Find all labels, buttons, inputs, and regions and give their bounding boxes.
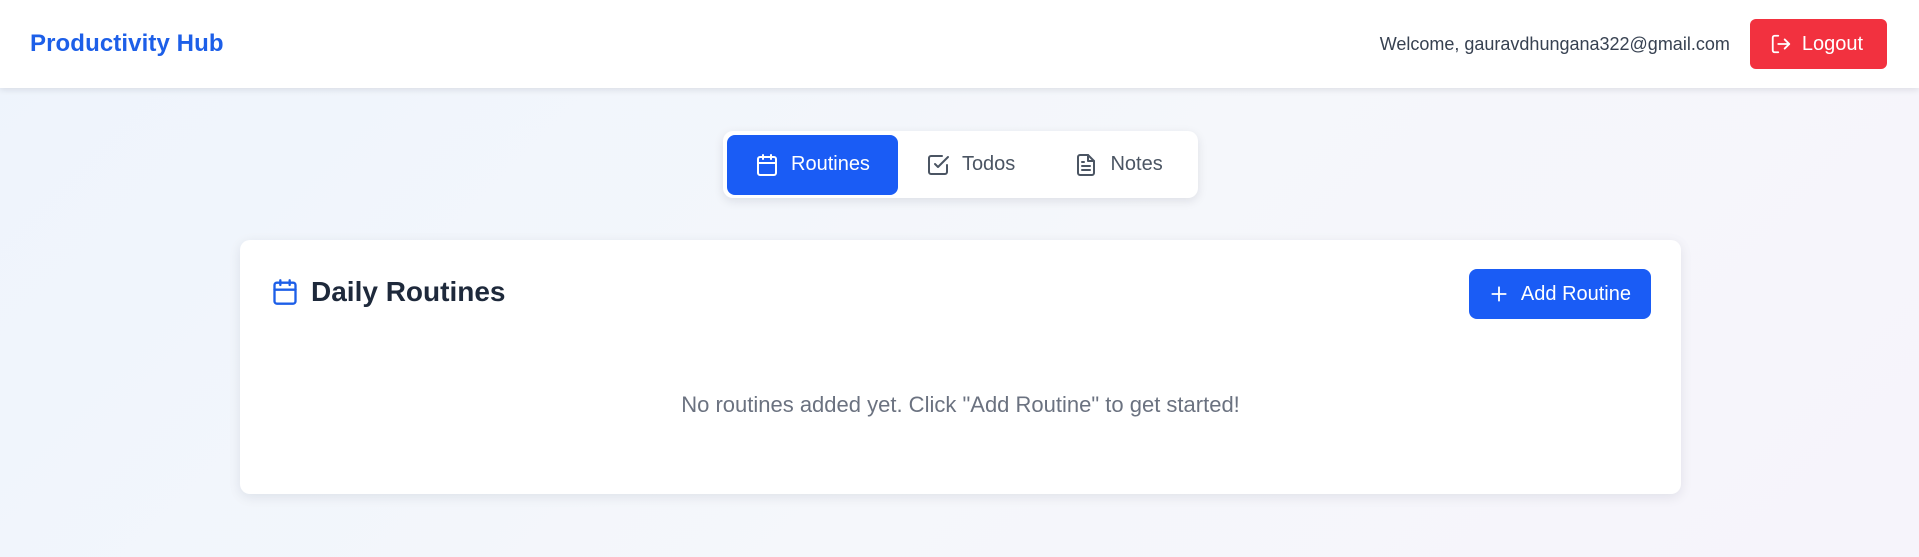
tab-todos[interactable]: Todos [898, 135, 1047, 195]
document-icon [1077, 153, 1096, 176]
tab-todos-label: Todos [961, 153, 1016, 175]
section-tabs: Routines Todos Notes [723, 131, 1198, 198]
empty-state-message: No routines added yet. Click "Add Routin… [681, 392, 1240, 417]
add-routine-label: Add Routine [1520, 282, 1631, 305]
calendar-icon [757, 153, 777, 176]
logout-icon [1771, 34, 1790, 54]
calendar-icon [273, 279, 297, 305]
logout-button[interactable]: Logout [1749, 19, 1887, 69]
header-user-area: Welcome, gauravdhungana322@gmail.com Log… [1380, 19, 1889, 69]
tab-routines[interactable]: Routines [727, 134, 898, 195]
add-routine-button[interactable]: Add Routine [1468, 269, 1651, 319]
tab-notes-label: Notes [1110, 153, 1163, 175]
routines-panel-header: Daily Routines [271, 276, 505, 308]
tab-routines-label: Routines [791, 153, 870, 175]
logout-label: Logout [1801, 32, 1863, 55]
app-header: Productivity Hub Welcome, gauravdhungana… [0, 0, 1919, 88]
app-brand[interactable]: Productivity Hub [30, 30, 224, 58]
welcome-text: Welcome, gauravdhungana322@gmail.com [1379, 33, 1730, 54]
panel-title: Daily Routines [311, 276, 506, 307]
check-square-icon [927, 154, 949, 175]
plus-icon [1491, 286, 1507, 302]
routines-panel: Daily Routines Add Routine No routines a… [240, 240, 1681, 494]
tab-notes[interactable]: Notes [1046, 135, 1194, 195]
